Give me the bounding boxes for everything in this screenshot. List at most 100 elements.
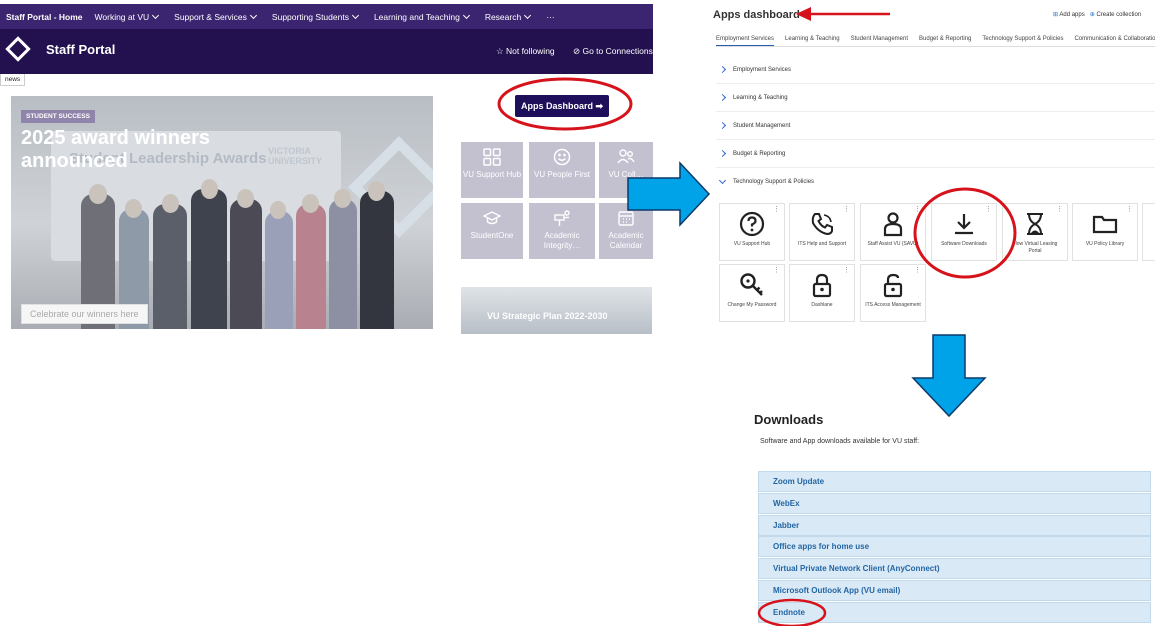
download-office-apps[interactable]: Office apps for home use: [758, 536, 1151, 558]
hero-category-tag: STUDENT SUCCESS: [21, 110, 95, 123]
downloads-subtitle: Software and App downloads available for…: [760, 438, 920, 445]
category-student-management[interactable]: Student Management: [716, 112, 1155, 140]
tile-label: StudentOne: [470, 231, 514, 240]
tile-vu-support-hub[interactable]: VU Support Hub: [461, 142, 523, 198]
go-to-connections-button[interactable]: ⊘ Go to Connections: [573, 46, 653, 57]
tab-employment-services[interactable]: Employment Services: [716, 36, 775, 46]
downloads-title: Downloads: [754, 412, 824, 427]
download-webex[interactable]: WebEx: [758, 492, 1151, 514]
app-its-help-support[interactable]: ⋮ ITS Help and Support: [789, 203, 855, 261]
tab-technology-support[interactable]: Technology Support & Policies: [982, 36, 1063, 46]
smile-icon: [553, 148, 571, 166]
hero-person-head: [201, 179, 218, 199]
site-title[interactable]: Staff Portal: [46, 42, 115, 57]
app-change-my-password[interactable]: ⋮ Change My Password: [719, 264, 785, 322]
strategic-plan-label: VU Strategic Plan 2022-2030: [487, 311, 608, 321]
tab-student-management[interactable]: Student Management: [851, 36, 908, 46]
category-budget-reporting[interactable]: Budget & Reporting: [716, 140, 1155, 168]
folder-icon: [1092, 215, 1118, 234]
site-header: Staff Portal ☆ Not following ⊘ Go to Con…: [0, 29, 653, 74]
download-vpn-client[interactable]: Virtual Private Network Client (AnyConne…: [758, 558, 1151, 580]
app-staff-assist-vu[interactable]: ⋮ Staff Assist VU (SAVU): [860, 203, 926, 261]
tab-budget-reporting[interactable]: Budget & Reporting: [919, 36, 971, 46]
chevron-down-icon: [462, 11, 470, 19]
more-options-icon[interactable]: ⋮: [1056, 206, 1063, 213]
tool-icon: [554, 210, 570, 226]
tile-vu-collaborate[interactable]: VU Coll…: [599, 142, 653, 198]
tab-communication[interactable]: Communication & Collaboration: [1074, 36, 1155, 46]
tab-learning-teaching[interactable]: Learning & Teaching: [785, 36, 840, 46]
downloads-screenshot: Downloads Software and App downloads ava…: [750, 405, 1155, 626]
chevron-down-icon: [718, 176, 727, 185]
graduation-cap-icon: [483, 211, 501, 225]
hero-person: [191, 189, 227, 329]
app-flow-virtual-leasing[interactable]: ⋮ Flow Virtual Leasing Portal: [1002, 203, 1068, 261]
follow-button[interactable]: ☆ Not following: [496, 46, 555, 57]
more-options-icon[interactable]: ⋮: [843, 267, 850, 274]
nav-more[interactable]: ···: [546, 12, 555, 22]
portal-logo-icon[interactable]: [5, 36, 31, 62]
app-software-downloads[interactable]: ⋮ Software Downloads: [931, 203, 997, 261]
more-options-icon[interactable]: ⋮: [843, 206, 850, 213]
top-nav-bar: Staff Portal - Home Working at VU Suppor…: [0, 4, 653, 29]
calendar-icon: [618, 211, 634, 226]
download-jabber[interactable]: Jabber: [758, 514, 1151, 536]
more-options-icon[interactable]: ⋮: [773, 267, 780, 274]
nav-home[interactable]: Staff Portal - Home: [6, 12, 83, 22]
celebrate-winners-button[interactable]: Celebrate our winners here: [21, 304, 148, 324]
dashboard-actions: ⊞ Add apps ⊕ Create collection: [1053, 11, 1141, 18]
add-apps-button[interactable]: Add apps: [1059, 12, 1084, 18]
nav-working-at-vu[interactable]: Working at VU: [95, 11, 160, 22]
app-vu-policy-library[interactable]: ⋮ VU Policy Library: [1072, 203, 1138, 261]
tile-academic-calendar[interactable]: Academic Calendar: [599, 203, 653, 259]
category-employment-services[interactable]: Employment Services: [716, 56, 1155, 84]
app-label: Flow Virtual Leasing Portal: [1012, 241, 1058, 254]
tile-label: Academic Calendar: [608, 231, 644, 250]
nav-supporting-students[interactable]: Supporting Students: [272, 11, 359, 22]
tabs-divider: [716, 46, 1155, 47]
question-circle-icon: [739, 211, 765, 237]
more-options-icon[interactable]: ⋮: [773, 206, 780, 213]
app-its-access-management[interactable]: ⋮ ITS Access Management: [860, 264, 926, 322]
download-outlook-app[interactable]: Microsoft Outlook App (VU email): [758, 579, 1151, 601]
hero-person-head: [334, 189, 351, 208]
hero-person-head: [302, 194, 319, 213]
download-endnote[interactable]: Endnote: [758, 601, 1151, 623]
tile-vu-people-first[interactable]: VU People First: [529, 142, 595, 198]
nav-support-services[interactable]: Support & Services: [174, 11, 257, 22]
news-hero-card[interactable]: Student Leadership Awards VICTORIA UNIVE…: [11, 96, 433, 329]
nav-learning-teaching[interactable]: Learning and Teaching: [374, 11, 470, 22]
add-apps-icon: ⊞: [1053, 12, 1059, 18]
more-options-icon[interactable]: ⋮: [1126, 206, 1133, 213]
downloads-list: Zoom Update WebEx Jabber Office apps for…: [758, 471, 1151, 624]
hero-person-head: [270, 201, 286, 219]
app-label: VU Policy Library: [1085, 241, 1125, 247]
strategic-plan-banner[interactable]: VU Strategic Plan 2022-2030: [461, 287, 652, 334]
hero-person-head: [162, 194, 179, 213]
category-learning-teaching[interactable]: Learning & Teaching: [716, 84, 1155, 112]
create-collection-icon: ⊕: [1089, 12, 1095, 18]
tile-studentone[interactable]: StudentOne: [461, 203, 523, 259]
blue-arrow-down-icon: [911, 334, 987, 418]
hero-person-head: [368, 181, 385, 201]
tile-academic-integrity[interactable]: Academic Integrity…: [529, 203, 595, 259]
hero-person-head: [237, 189, 254, 208]
apps-dashboard-title: Apps dashboard: [713, 9, 800, 21]
key-icon: [740, 273, 763, 296]
download-zoom-update[interactable]: Zoom Update: [758, 471, 1151, 492]
more-options-icon[interactable]: ⋮: [985, 206, 992, 213]
create-collection-button[interactable]: Create collection: [1096, 12, 1141, 18]
app-label: Change My Password: [727, 302, 777, 308]
app-dashlane[interactable]: ⋮ Dashlane: [789, 264, 855, 322]
app-label: Dashlane: [811, 302, 833, 308]
apps-dashboard-button[interactable]: Apps Dashboard ➡: [515, 95, 609, 117]
app-tile-partial[interactable]: [1142, 203, 1155, 261]
dashboard-tabs: Employment Services Learning & Teaching …: [716, 36, 1155, 46]
nav-research[interactable]: Research: [485, 11, 532, 22]
more-options-icon[interactable]: ⋮: [914, 206, 921, 213]
hero-title[interactable]: 2025 award winners announced: [21, 127, 281, 173]
category-technology-support[interactable]: Technology Support & Policies: [716, 168, 1155, 196]
more-options-icon[interactable]: ⋮: [914, 267, 921, 274]
app-vu-support-hub[interactable]: ⋮ VU Support Hub: [719, 203, 785, 261]
hero-person: [153, 204, 187, 329]
